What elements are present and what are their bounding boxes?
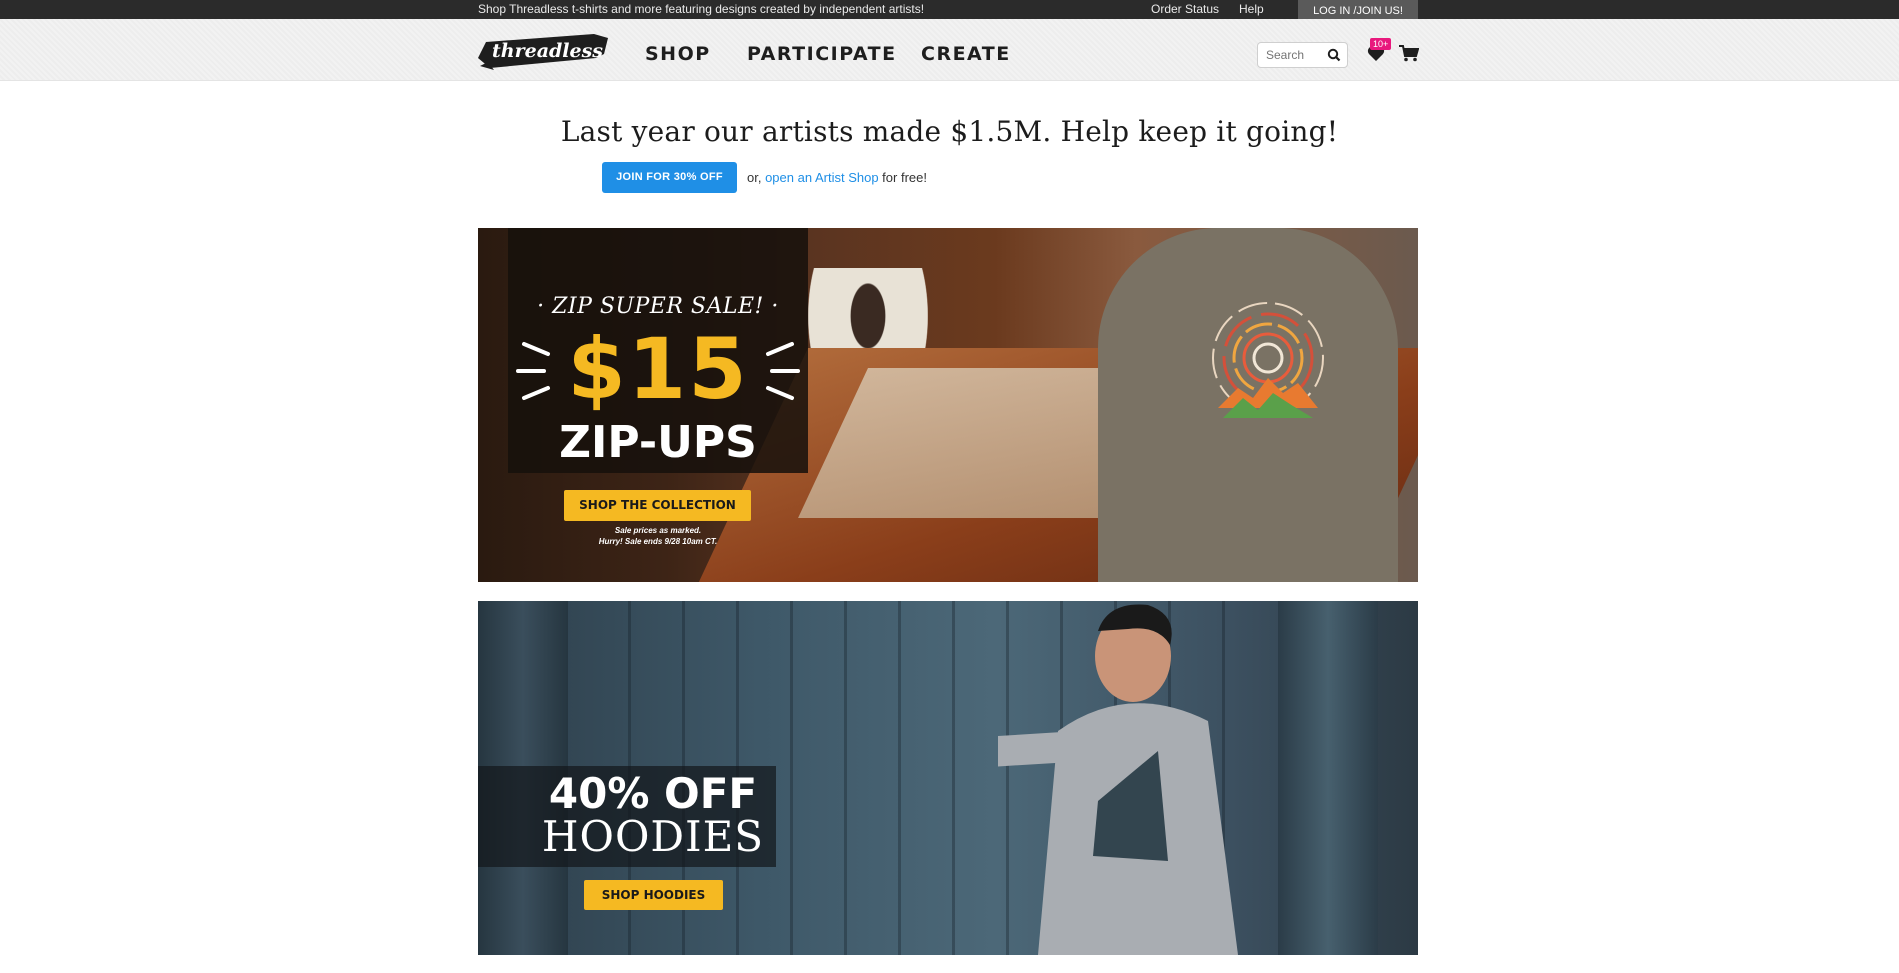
threadless-logo[interactable]: threadless	[476, 28, 610, 74]
site-tagline: Shop Threadless t-shirts and more featur…	[478, 2, 925, 16]
sale-price: $15	[567, 320, 749, 418]
zip-sale-banner[interactable]: · ZIP SUPER SALE! · $15 ZIP-UPS SHOP THE…	[478, 228, 1418, 582]
search-input[interactable]	[1266, 48, 1326, 62]
shop-collection-button[interactable]: SHOP THE COLLECTION	[564, 490, 751, 521]
zip-sale-eyebrow: · ZIP SUPER SALE! ·	[537, 294, 779, 319]
fine-print-line-2: Hurry! Sale ends 9/28 10am CT.	[598, 537, 718, 546]
page: Shop Threadless t-shirts and more featur…	[0, 0, 1899, 973]
logo-text: threadless	[492, 40, 603, 62]
shop-hoodies-button[interactable]: SHOP HOODIES	[584, 880, 723, 910]
site-header: threadless SHOP PARTICIPATE CREATE 10+	[0, 19, 1899, 81]
for-free-text: for free!	[878, 170, 927, 185]
help-link[interactable]: Help	[1239, 2, 1264, 16]
artist-earnings-headline: Last year our artists made $1.5M. Help k…	[560, 115, 1339, 148]
nav-shop[interactable]: SHOP	[645, 43, 711, 65]
hoodie-graphic-image	[1212, 302, 1324, 418]
or-text: or,	[747, 170, 766, 185]
hoodie-discount: 40% OFF	[548, 769, 758, 818]
search-icon[interactable]	[1327, 48, 1341, 62]
wishlist-count-badge: 10+	[1370, 38, 1392, 50]
sale-product-title: ZIP-UPS	[559, 417, 757, 468]
utility-bar: Shop Threadless t-shirts and more featur…	[0, 0, 1899, 24]
hoodies-banner[interactable]: 40% OFF HOODIES SHOP HOODIES	[478, 601, 1418, 955]
fine-print-line-1: Sale prices as marked.	[614, 526, 702, 535]
search-box[interactable]	[1257, 42, 1348, 68]
join-discount-button[interactable]: JOIN FOR 30% OFF	[602, 162, 737, 193]
artist-shop-text: or, open an Artist Shop for free!	[747, 170, 927, 185]
nav-create[interactable]: CREATE	[921, 43, 1011, 65]
cart-icon[interactable]	[1399, 45, 1419, 62]
artist-shop-link[interactable]: open an Artist Shop	[765, 170, 878, 185]
hoodie-model-image	[998, 604, 1238, 955]
sale-fine-print: Sale prices as marked. Hurry! Sale ends …	[508, 525, 808, 547]
hoodie-product-title: HOODIES	[541, 812, 765, 861]
order-status-link[interactable]: Order Status	[1151, 2, 1219, 16]
nav-participate[interactable]: PARTICIPATE	[747, 43, 897, 65]
right-pillar-image	[1278, 601, 1378, 955]
